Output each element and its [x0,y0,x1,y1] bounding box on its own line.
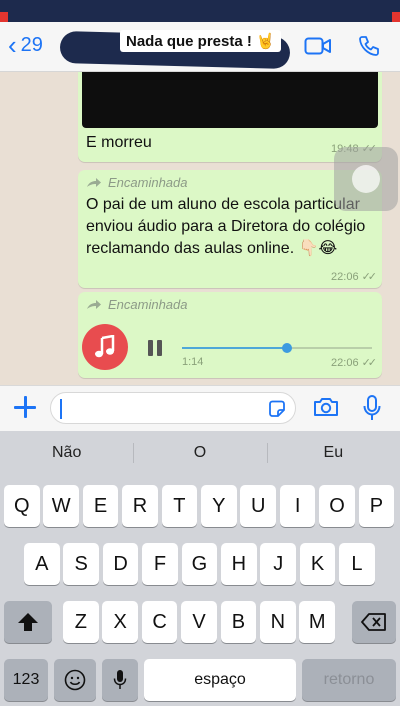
read-ticks-icon: ✓✓ [361,271,378,283]
key-r[interactable]: R [122,485,158,527]
forward-arrow-icon [87,299,101,309]
key-q[interactable]: Q [4,485,40,527]
audio-progress-fill [182,347,287,349]
keyboard: Não O Eu QWERTYUIOPASDFGHJKLZXCVBNM 123 … [0,431,400,706]
chat-header: ‹ 29 Nada que presta ! 🤘 [0,22,400,72]
suggestion-item[interactable]: O [133,431,266,475]
forwarded-label: Encaminhada [86,297,188,312]
contact-info[interactable]: Nada que presta ! 🤘 [59,26,291,70]
forwarded-label: Encaminhada [86,175,188,190]
chevron-left-icon: ‹ [8,29,17,60]
message-bubble[interactable]: E morreu 19:48✓✓ [78,72,382,162]
shift-key[interactable] [4,601,52,643]
suggestion-bar: Não O Eu [0,431,400,475]
key-e[interactable]: E [82,485,119,527]
message-input-bar [0,385,400,431]
shift-arrow-icon [18,613,38,631]
plus-icon[interactable] [12,394,38,420]
key-z[interactable]: Z [63,601,99,643]
key-b[interactable]: B [220,601,257,643]
return-key[interactable]: retorno [302,659,396,701]
key-o[interactable]: O [319,485,355,527]
status-bar-redaction [0,0,400,22]
key-h[interactable]: H [221,543,257,585]
suggestion-item[interactable]: Eu [266,431,400,475]
chat-area[interactable]: E morreu 19:48✓✓ Encaminhada O pai de um… [0,72,400,385]
pause-button[interactable] [148,340,162,356]
audio-progress-knob[interactable] [281,343,292,353]
audio-message-bubble[interactable]: Encaminhada 1:14 22:06 ✓✓ [78,292,382,378]
numbers-key[interactable]: 123 [4,659,48,701]
key-j[interactable]: J [260,543,296,585]
message-input[interactable] [50,392,296,424]
audio-duration: 1:14 [182,356,204,368]
media-thumbnail[interactable] [82,72,378,128]
key-s[interactable]: S [63,543,99,585]
music-note-icon [95,335,115,358]
video-call-icon[interactable] [304,36,332,56]
key-t[interactable]: T [161,485,198,527]
key-m[interactable]: M [299,601,335,643]
backspace-icon [361,613,386,631]
sticker-icon[interactable] [267,399,287,419]
key-i[interactable]: I [279,485,316,527]
forward-arrow-icon [87,177,101,187]
back-button[interactable]: ‹ 29 [8,29,43,60]
backspace-key[interactable] [352,601,396,643]
message-time: 22:06 ✓✓ [331,357,378,369]
microphone-icon[interactable] [362,394,382,422]
key-d[interactable]: D [102,543,139,585]
suggestion-item[interactable]: Não [0,431,133,475]
message-text: E morreu [86,134,152,151]
emoji-key[interactable] [54,659,96,701]
key-k[interactable]: K [299,543,336,585]
phone-call-icon[interactable] [357,34,381,58]
key-p[interactable]: P [358,485,395,527]
key-a[interactable]: A [24,543,60,585]
key-n[interactable]: N [260,601,296,643]
key-w[interactable]: W [43,485,79,527]
microphone-icon [113,670,127,689]
audio-avatar [82,324,128,370]
read-ticks-icon: ✓✓ [361,357,378,369]
scroll-down-button[interactable] [334,147,398,211]
key-v[interactable]: V [181,601,217,643]
key-c[interactable]: C [141,601,178,643]
key-l[interactable]: L [339,543,375,585]
key-y[interactable]: Y [201,485,237,527]
camera-icon[interactable] [312,396,340,418]
space-key[interactable]: espaço [144,659,296,701]
message-time: 22:06 ✓✓ [331,271,378,283]
text-caret [60,399,62,419]
key-f[interactable]: F [142,543,178,585]
back-count: 29 [20,34,43,56]
key-g[interactable]: G [181,543,218,585]
dictation-key[interactable] [102,659,138,701]
emoji-icon [64,669,86,691]
key-u[interactable]: U [240,485,276,527]
audio-progress-track[interactable] [182,343,372,353]
contact-name: Nada que presta ! 🤘 [120,30,281,52]
key-x[interactable]: X [102,601,138,643]
